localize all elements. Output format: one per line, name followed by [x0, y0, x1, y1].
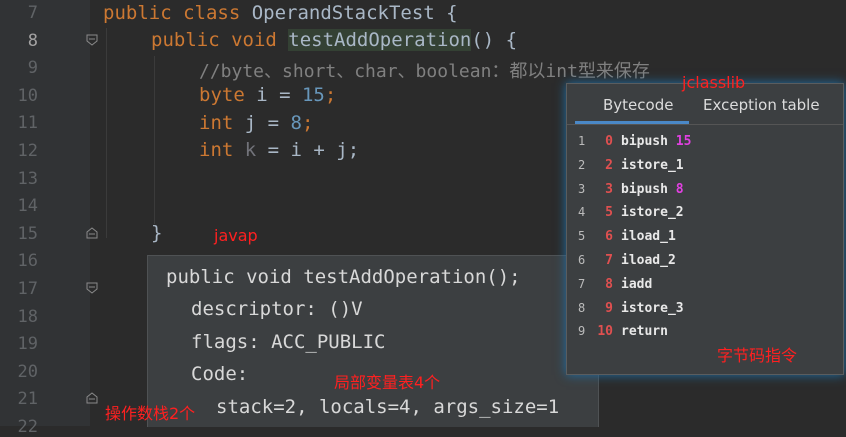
indent-guide — [106, 28, 107, 238]
bytecode-row[interactable]: 4 5 istore_2 — [567, 205, 843, 225]
line-number: 12 — [17, 141, 38, 161]
line-number: 18 — [17, 306, 38, 327]
bytecode-row[interactable]: 6 7 iload_2 — [567, 253, 843, 273]
javap-descriptor: descriptor: ()V — [191, 298, 363, 320]
assignment: i = — [244, 84, 302, 106]
bytecode-offset: 0 — [605, 134, 613, 149]
jclasslib-panel: Bytecode Exception table 1 0 bipush 15 2 2 is… — [566, 83, 844, 375]
bytecode-row[interactable]: 2 2 istore_1 — [567, 158, 843, 178]
bytecode-row[interactable]: 1 0 bipush 15 — [567, 134, 843, 154]
keyword: int — [199, 112, 234, 134]
code-line-8[interactable]: public void testAddOperation() { — [151, 29, 517, 51]
bytecode-row[interactable]: 8 9 istore_3 — [567, 301, 843, 321]
javap-flags: flags: ACC_PUBLIC — [191, 331, 386, 353]
bytecode-row[interactable]: 7 8 iadd — [567, 277, 843, 297]
opcode: istore_3 — [621, 300, 684, 316]
code-line-9-comment[interactable]: //byte、short、char、boolean：都以int型来保存 — [199, 57, 650, 83]
bytecode-offset: 7 — [605, 253, 613, 268]
active-tab-indicator — [575, 121, 689, 124]
line-number: 8 — [27, 30, 38, 51]
bytecode-row[interactable]: 5 6 iload_1 — [567, 229, 843, 249]
row-index: 5 — [578, 229, 586, 244]
row-index: 7 — [578, 276, 586, 291]
keyword: public void — [151, 29, 277, 51]
keyword: byte — [199, 84, 245, 106]
bytecode-offset: 2 — [605, 157, 613, 173]
fold-open-icon[interactable] — [86, 282, 98, 294]
locals-note: 局部变量表4个 — [334, 373, 441, 392]
bytecode-row[interactable]: 9 10 return — [567, 324, 843, 344]
opcode: istore_2 — [621, 205, 684, 221]
jclasslib-note: jclasslib — [682, 73, 746, 92]
opcode: istore_1 — [621, 157, 684, 173]
bytecode-offset: 3 — [605, 181, 613, 197]
fold-close-icon[interactable] — [86, 227, 98, 239]
row-index: 2 — [578, 157, 586, 172]
opcode: iload_2 — [621, 253, 676, 268]
code-line-7[interactable]: public class OperandStackTest { — [103, 2, 458, 24]
javap-signature: public void testAddOperation(); — [166, 266, 521, 288]
row-index: 1 — [578, 134, 586, 148]
opcode: bipush 8 — [621, 181, 684, 197]
assignment: j = — [233, 112, 291, 134]
line-number: 22 — [17, 417, 38, 437]
line-number: 14 — [17, 196, 38, 217]
tab-bytecode[interactable]: Bytecode — [603, 96, 673, 114]
tab-exception-table[interactable]: Exception table — [703, 96, 820, 114]
code-line-10[interactable]: byte i = 15; — [199, 84, 336, 106]
javap-output-popup: public void testAddOperation(); descript… — [147, 255, 599, 427]
keyword: int — [199, 139, 234, 161]
row-index: 8 — [578, 300, 586, 315]
line-number: 9 — [27, 58, 38, 79]
opcode: return — [621, 324, 668, 340]
line-number: 16 — [17, 251, 38, 272]
javap-code-label: Code: — [191, 363, 249, 385]
bytecode-offset: 6 — [605, 229, 613, 245]
method-params: () { — [471, 29, 518, 51]
code-line-12[interactable]: int k = i + j; — [199, 139, 359, 161]
row-index: 4 — [578, 205, 586, 220]
line-number: 21 — [17, 389, 38, 410]
line-number: 11 — [17, 113, 38, 134]
opcode-argument: 15 — [667, 134, 692, 149]
opcode-argument: 8 — [667, 181, 684, 197]
stack-note: 操作数栈2个 — [105, 404, 196, 423]
row-index: 9 — [578, 324, 586, 339]
bytecode-offset: 5 — [605, 205, 613, 221]
bytecode-instructions-note: 字节码指令 — [717, 346, 798, 365]
indent-guide — [154, 56, 155, 224]
method-name: testAddOperation — [288, 29, 472, 51]
bytecode-offset: 10 — [597, 324, 613, 340]
bytecode-offset: 9 — [605, 300, 613, 316]
javap-note: javap — [214, 226, 258, 245]
row-index: 6 — [578, 253, 586, 267]
opcode: iload_1 — [621, 229, 676, 245]
opcode: iadd — [621, 276, 653, 292]
fold-close-icon[interactable] — [86, 392, 98, 404]
bytecode-row[interactable]: 3 3 bipush 8 — [567, 182, 843, 202]
unused-variable: k — [233, 139, 257, 161]
javap-stack-info: stack=2, locals=4, args_size=1 — [216, 396, 560, 418]
code-line-15[interactable]: } — [151, 222, 162, 244]
line-number: 13 — [17, 168, 38, 189]
line-number: 17 — [17, 279, 38, 299]
fold-open-icon[interactable] — [86, 34, 98, 46]
number-literal: 8 — [290, 112, 302, 134]
line-number: 15 — [17, 223, 38, 244]
number-literal: 15 — [301, 84, 325, 106]
row-index: 3 — [578, 181, 586, 196]
code-line-11[interactable]: int j = 8; — [199, 112, 313, 134]
expression: = i + j; — [256, 139, 360, 161]
class-name: OperandStackTest { — [240, 2, 458, 24]
bytecode-offset: 8 — [605, 276, 613, 292]
keyword: public class — [103, 2, 241, 24]
opcode: bipush 15 — [621, 134, 692, 149]
line-number: 10 — [17, 85, 38, 106]
line-number: 20 — [17, 361, 38, 382]
line-number: 19 — [17, 334, 38, 355]
line-number: 7 — [27, 3, 38, 23]
